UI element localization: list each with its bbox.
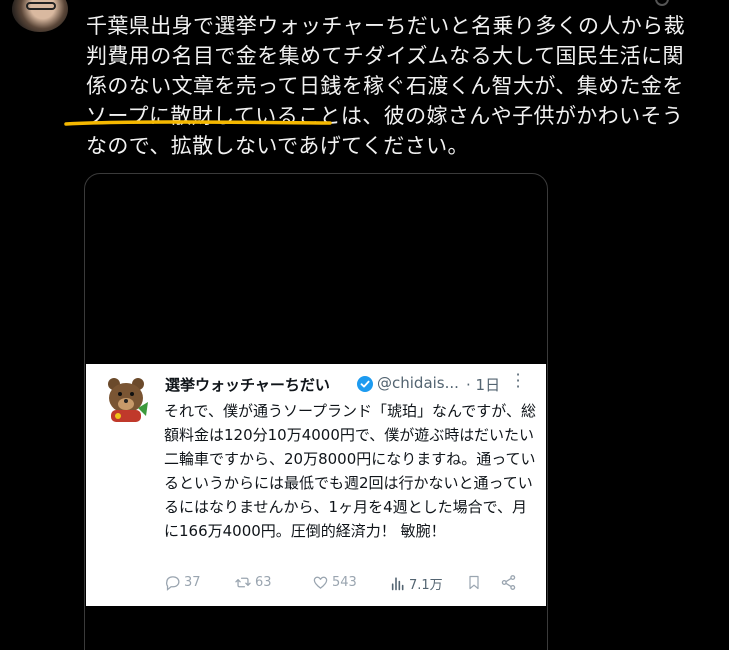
reply-count: 37 [184, 575, 201, 590]
retweet-icon [235, 577, 251, 588]
tweet-text-line: 係のない文章を売って日銭を稼ぐ石渡くん智大が、集めた金を [86, 74, 684, 98]
quoted-display-name[interactable]: 選挙ウォッチャーちだい [165, 374, 330, 395]
avatar-glasses [26, 2, 56, 10]
views-button[interactable]: 7.1万 [390, 574, 443, 593]
more-options-icon[interactable]: · · · [513, 367, 523, 395]
tweet-text-line: なので、拡散しないであげてください。 [86, 134, 469, 158]
more-options-icon[interactable] [655, 0, 669, 6]
highlight-underline [64, 120, 332, 126]
tweet-text-line: 千葉県出身で選挙ウォッチャーちだいと名乗り多くの人から裁 [86, 14, 685, 38]
reply-icon [166, 576, 180, 591]
quoted-handle[interactable]: @chidais... [377, 374, 459, 392]
views-count: 7.1万 [409, 578, 443, 593]
reply-button[interactable]: 37 [164, 574, 201, 591]
author-avatar[interactable] [12, 0, 68, 32]
share-icon [501, 575, 516, 590]
tweet-text-line: 判費用の名目で金を集めてチダイズムなる大して国民生活に関 [86, 44, 684, 68]
tweet-text: 千葉県出身で選挙ウォッチャーちだいと名乗り多くの人から裁 判費用の名目で金を集め… [86, 11, 716, 161]
views-icon [391, 577, 404, 591]
tweet-text-rest: ことは、彼の嫁さんや子供がかわいそう [298, 104, 684, 128]
like-count: 543 [332, 575, 357, 590]
tweet-action-bar: 37 63 543 7.1万 [164, 574, 536, 594]
bear-avatar-icon[interactable] [98, 372, 154, 428]
heart-icon [313, 576, 328, 589]
tweet-header-cropped [84, 0, 644, 6]
retweet-button[interactable]: 63 [234, 574, 272, 591]
retweet-count: 63 [255, 575, 272, 590]
verified-badge-icon [357, 376, 373, 392]
bookmark-button[interactable] [466, 574, 482, 591]
tweet-view: 千葉県出身で選挙ウォッチャーちだいと名乗り多くの人から裁 判費用の名目で金を集め… [0, 0, 729, 650]
share-button[interactable] [500, 574, 517, 591]
bookmark-icon [469, 575, 479, 590]
like-button[interactable]: 543 [312, 574, 357, 591]
quoted-timestamp[interactable]: · 1日 [466, 374, 500, 395]
quoted-tweet-body: それで、僕が通うソープランド「琥珀」なんですが、総額料金は120分10万4000… [164, 402, 537, 540]
quoted-tweet-screenshot[interactable]: 選挙ウォッチャーちだい @chidais... · 1日 · · · それで、僕が通… [86, 364, 546, 606]
